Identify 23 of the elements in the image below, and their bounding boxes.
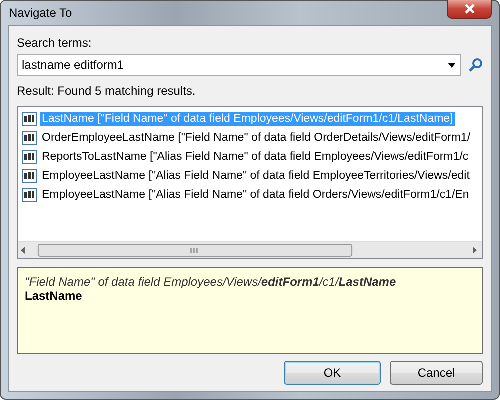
result-item[interactable]: EmployeeLastName ["Alias Field Name" of data field EmployeeTerritories/Views/edit [40,168,472,182]
result-item[interactable]: ReportsToLastName ["Alias Field Name" of data field Employees/Views/editForm1/c [40,150,471,164]
cancel-button[interactable]: Cancel [390,361,483,385]
text-field-icon [22,130,37,144]
ok-button[interactable]: OK [284,361,381,385]
horizontal-scrollbar[interactable] [18,241,482,258]
result-item[interactable]: EmployeeLastName ["Alias Field Name" of data field Orders/Views/editForm1/c1/En [40,188,472,202]
search-label: Search terms: [17,36,93,50]
close-button[interactable] [447,0,492,18]
text-field-icon [22,150,37,164]
window-title: Navigate To [8,6,72,20]
field-name-text: LastName [25,289,84,303]
text-field-icon [22,112,37,126]
result-count-label: Result: Found 5 matching results. [17,84,197,98]
search-combo-box[interactable]: lastname editform1 [17,54,461,76]
search-icon[interactable] [469,58,483,72]
text-field-icon [22,168,37,182]
close-icon[interactable] [464,4,476,14]
dropdown-arrow-icon[interactable] [448,62,456,68]
result-item[interactable]: OrderEmployeeLastName ["Field Name" of data field OrderDetails/Views/editForm1/ [40,130,473,144]
text-field-icon [22,188,37,202]
field-path-text: "Field Name" of data field Employees/Views/editForm1/c1/LastName [25,275,398,289]
search-field[interactable]: lastname editform1 [22,58,448,72]
